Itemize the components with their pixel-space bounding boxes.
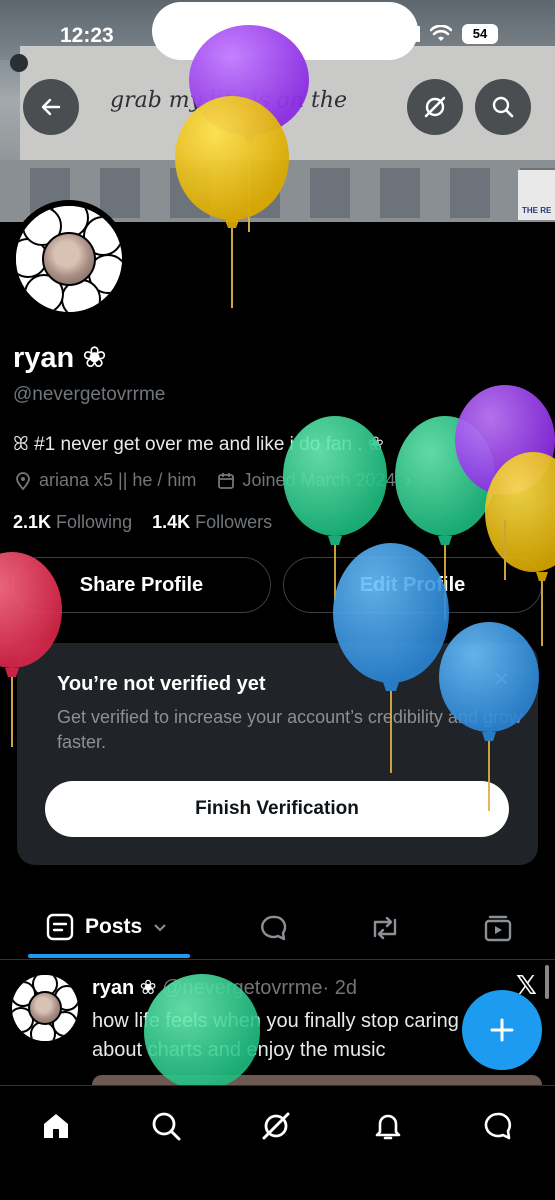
bell-icon	[375, 1114, 401, 1140]
profile-avatar[interactable]	[10, 200, 128, 318]
balloon-purple-right	[455, 385, 555, 495]
tab-media[interactable]	[482, 912, 514, 949]
scrollbar[interactable]	[545, 965, 549, 999]
profile-stats: 2.1K Following 1.4K Followers	[13, 512, 272, 533]
search-icon	[152, 1112, 181, 1141]
verification-card: You’re not verified yet Get verified to …	[17, 643, 538, 865]
battery-indicator: 54	[462, 24, 498, 44]
status-time: 12:23	[60, 24, 114, 47]
media-icon	[484, 915, 512, 942]
share-profile-button[interactable]: Share Profile	[12, 557, 271, 613]
nav-search[interactable]	[150, 1110, 182, 1147]
chevron-down-icon	[154, 924, 166, 932]
back-button[interactable]	[23, 79, 79, 135]
grok-icon	[262, 1112, 290, 1140]
profile-handle: @nevergetovrrme	[13, 384, 166, 405]
search-icon	[492, 96, 514, 118]
tab-reposts[interactable]	[368, 912, 402, 949]
home-icon	[44, 1114, 68, 1138]
profile-joined: Joined March 2024	[242, 470, 396, 490]
post-avatar[interactable]	[12, 975, 78, 1041]
banner-sign: THE RE	[518, 170, 555, 220]
tab-active-indicator	[28, 954, 190, 958]
chevron-right-icon: ›	[405, 470, 412, 490]
verification-body: Get verified to increase your account’s …	[57, 707, 522, 752]
nav-home[interactable]	[40, 1110, 72, 1147]
nav-grok[interactable]	[260, 1110, 292, 1147]
location-pin-icon	[16, 471, 30, 490]
post-author-name[interactable]: ryan ❀	[92, 977, 157, 999]
followers-label: Followers	[195, 512, 273, 532]
followers-count: 1.4K	[152, 512, 191, 532]
profile-bio: ꕤ #1 never get over me and like i do fan…	[13, 434, 384, 455]
tab-replies[interactable]	[258, 912, 290, 949]
repost-icon	[373, 916, 397, 940]
close-icon[interactable]: ✕	[493, 667, 510, 692]
post-text: how life feels when you finally stop car…	[92, 1010, 459, 1061]
calendar-icon	[218, 472, 235, 489]
following-count: 2.1K	[13, 512, 52, 532]
post-age: · 2d	[322, 977, 357, 999]
banner-billboard-text: grab my life is on the	[110, 88, 348, 113]
search-button[interactable]	[475, 79, 531, 135]
avatar-image	[16, 206, 122, 312]
back-arrow-icon	[41, 98, 61, 116]
following-link[interactable]: 2.1K Following	[13, 512, 132, 532]
nav-notifications[interactable]	[372, 1110, 404, 1147]
cellular-signal-icon	[398, 26, 420, 42]
followers-link[interactable]: 1.4K Followers	[152, 512, 272, 532]
post-media[interactable]	[92, 1075, 542, 1085]
verification-title: You’re not verified yet	[57, 673, 266, 695]
finish-verification-button[interactable]: Finish Verification	[45, 781, 509, 837]
dynamic-island	[152, 2, 418, 60]
post-header: ryan ❀ @nevergetovrrme· 2d	[92, 975, 357, 1000]
grok-icon	[424, 96, 446, 118]
compose-post-button[interactable]	[462, 990, 542, 1070]
profile-location: ariana x5 || he / him	[39, 470, 197, 490]
status-bar: 12:23 54	[0, 0, 555, 60]
profile-name: ryan ❀	[13, 342, 107, 374]
plus-icon	[490, 1018, 514, 1042]
status-icons: 54	[398, 24, 498, 44]
wifi-icon	[430, 25, 452, 41]
balloon-yellow-right	[485, 452, 555, 646]
grok-button[interactable]	[407, 79, 463, 135]
posts-icon	[46, 913, 74, 941]
post-author-handle[interactable]: @nevergetovrrme	[162, 977, 322, 999]
profile-meta: ariana x5 || he / him Joined March 2024 …	[13, 470, 412, 491]
edit-profile-button[interactable]: Edit Profile	[283, 557, 542, 613]
spotify-icon	[10, 54, 28, 72]
bottom-nav	[0, 1085, 555, 1200]
reply-icon	[261, 915, 287, 941]
tab-posts-label: Posts	[85, 915, 143, 938]
profile-tabs: Posts	[0, 900, 555, 960]
nav-messages[interactable]	[482, 1110, 514, 1147]
tab-posts[interactable]: Posts	[45, 912, 168, 942]
following-label: Following	[56, 512, 133, 532]
message-icon	[484, 1112, 512, 1140]
